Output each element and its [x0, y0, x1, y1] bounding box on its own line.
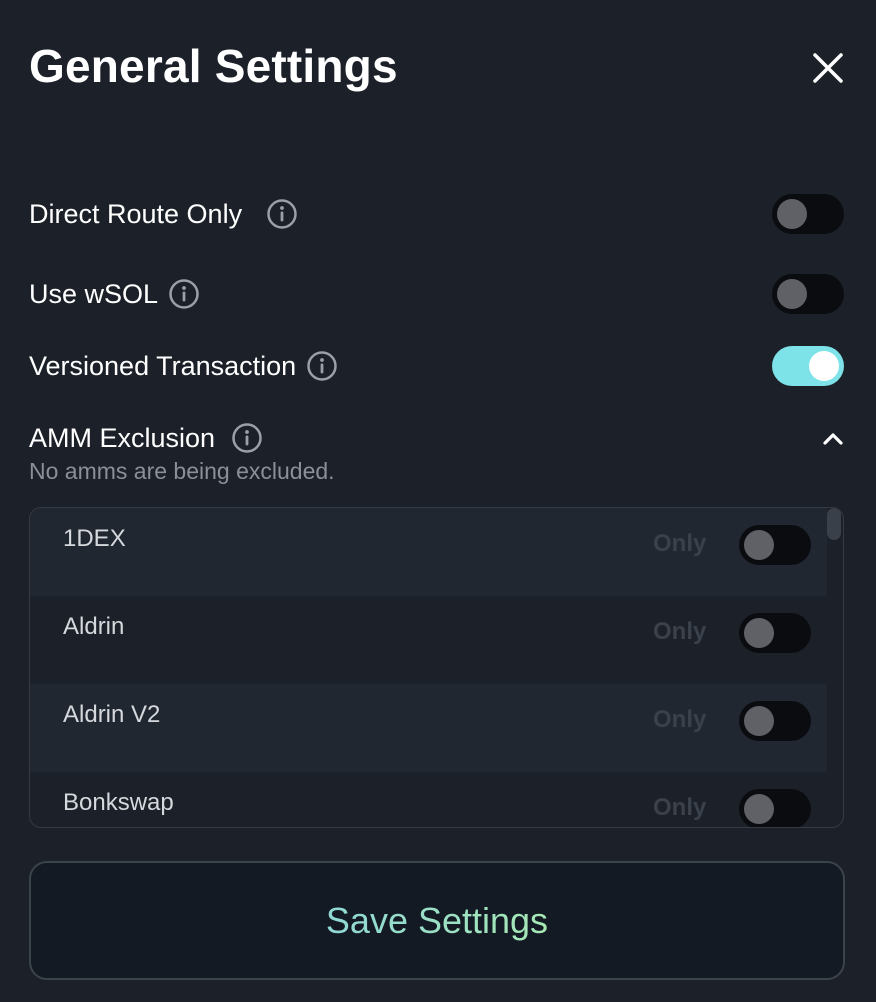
setting-versioned-transaction: Versioned Transaction: [29, 346, 844, 386]
info-icon[interactable]: [266, 198, 298, 230]
toggle-versioned-transaction[interactable]: [772, 346, 844, 386]
chevron-up-icon[interactable]: [822, 428, 844, 450]
setting-label: Direct Route Only: [29, 198, 243, 229]
only-button[interactable]: Only: [653, 706, 706, 734]
scrollbar[interactable]: [827, 508, 843, 827]
amm-name: Aldrin V2: [63, 701, 161, 728]
setting-use-wsol: Use wSOL: [29, 274, 844, 314]
setting-label: Versioned Transaction: [29, 350, 297, 381]
scrollbar-thumb[interactable]: [827, 508, 841, 540]
toggle-direct-route-only[interactable]: [772, 194, 844, 234]
toggle-knob: [744, 618, 774, 648]
info-icon[interactable]: [306, 350, 338, 382]
setting-direct-route-only: Direct Route Only: [29, 194, 844, 234]
list-item: Aldrin Only: [30, 596, 827, 684]
toggle-knob: [744, 794, 774, 824]
amm-toggle[interactable]: [739, 525, 811, 565]
amm-toggle[interactable]: [739, 613, 811, 653]
amm-name: Aldrin: [63, 613, 125, 640]
save-settings-button[interactable]: Save Settings: [29, 861, 845, 980]
toggle-knob: [744, 706, 774, 736]
info-icon[interactable]: [168, 278, 200, 310]
amm-toggle[interactable]: [739, 701, 811, 741]
toggle-knob: [777, 199, 807, 229]
toggle-use-wsol[interactable]: [772, 274, 844, 314]
amm-exclusion-subtitle: No amms are being excluded.: [29, 458, 335, 484]
setting-label: Use wSOL: [29, 278, 159, 309]
only-button[interactable]: Only: [653, 794, 706, 822]
amm-name: Bonkswap: [63, 789, 174, 816]
close-button[interactable]: [808, 48, 848, 88]
info-icon[interactable]: [231, 422, 263, 454]
list-item: Bonkswap Only: [30, 772, 827, 827]
page-title: General Settings: [29, 40, 398, 92]
amm-list[interactable]: 1DEX Only Aldrin Only Aldrin V2 Only Bon…: [29, 507, 844, 828]
amm-exclusion-label: AMM Exclusion: [29, 422, 216, 453]
list-item: Aldrin V2 Only: [30, 684, 827, 772]
save-settings-label: Save Settings: [325, 899, 549, 941]
amm-exclusion-header[interactable]: AMM Exclusion: [29, 418, 844, 458]
close-icon: [813, 53, 843, 83]
toggle-knob: [744, 530, 774, 560]
amm-toggle[interactable]: [739, 789, 811, 827]
list-item: 1DEX Only: [30, 508, 827, 596]
toggle-knob: [777, 279, 807, 309]
only-button[interactable]: Only: [653, 530, 706, 558]
amm-name: 1DEX: [63, 525, 126, 552]
toggle-knob: [809, 351, 839, 381]
only-button[interactable]: Only: [653, 618, 706, 646]
